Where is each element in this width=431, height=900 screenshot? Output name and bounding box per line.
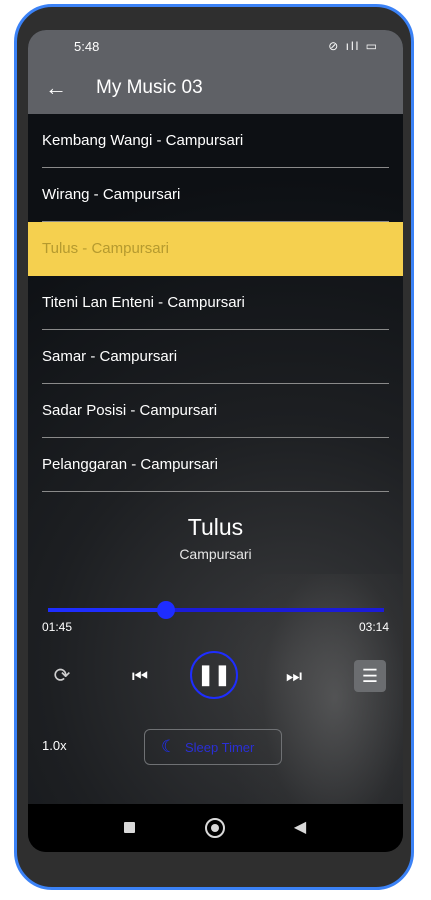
playlist-item-active[interactable]: Tulus - Campursari [28, 222, 403, 276]
repeat-icon[interactable]: ⟳ [48, 662, 76, 690]
now-playing-title: Tulus [187, 514, 244, 540]
song-label: Titeni Lan Enteni - Campursari [42, 294, 245, 311]
system-nav-bar: ◀ [28, 804, 403, 852]
playlist-item[interactable]: Wirang - Campursari [28, 168, 403, 222]
seek-bar[interactable] [48, 601, 384, 619]
playlist-item[interactable]: Pelanggaran - Campursari [28, 438, 403, 492]
sleep-timer-label: Sleep Timer [185, 740, 255, 755]
song-label: Pelanggaran - Campursari [42, 456, 218, 473]
page-title: My Music 03 [96, 77, 203, 98]
song-label: Samar - Campursari [42, 348, 178, 365]
playlist-item[interactable]: Titeni Lan Enteni - Campursari [28, 276, 403, 330]
sleep-timer-button[interactable]: ☾ Sleep Timer [144, 729, 282, 765]
divider [42, 491, 389, 492]
moon-icon: ☾ [161, 737, 177, 756]
playlist-icon[interactable]: ☰ [354, 660, 386, 692]
app-bar: ← My Music 03 [28, 62, 403, 114]
seek-bar-thumb[interactable] [156, 601, 175, 619]
playlist: Kembang Wangi - Campursari Wirang - Camp… [28, 114, 403, 492]
back-arrow-icon[interactable]: ← [40, 72, 72, 104]
song-label: Wirang - Campursari [42, 186, 181, 203]
playlist-item[interactable]: Kembang Wangi - Campursari [28, 114, 403, 168]
playback-speed-button[interactable]: 1.0x [42, 738, 67, 753]
next-button[interactable]: ⏭ [280, 662, 308, 690]
song-label: Tulus - Campursari [42, 240, 169, 257]
screen: 5:48 ⊘ ıll ▭ ← My Music 03 Kembang Wangi… [28, 30, 403, 852]
nav-back-icon[interactable]: ◀ [288, 816, 312, 840]
status-time: 5:48 [74, 39, 100, 54]
total-time: 03:14 [358, 620, 389, 634]
song-label: Kembang Wangi - Campursari [42, 132, 244, 149]
recents-icon[interactable] [118, 816, 142, 840]
status-bar: 5:48 ⊘ ıll ▭ [28, 30, 403, 62]
song-label: Sadar Posisi - Campursari [42, 402, 218, 419]
previous-button[interactable]: ⏮ [126, 662, 154, 690]
playlist-item[interactable]: Samar - Campursari [28, 330, 403, 384]
home-icon[interactable] [203, 816, 227, 840]
now-playing-artist: Campursari [179, 546, 252, 562]
status-icons: ⊘ ıll ▭ [328, 39, 379, 53]
seek-bar-fill [48, 608, 166, 612]
playlist-item[interactable]: Sadar Posisi - Campursari [28, 384, 403, 438]
current-time: 01:45 [42, 620, 73, 634]
pause-button[interactable]: ❚❚ [190, 651, 238, 699]
